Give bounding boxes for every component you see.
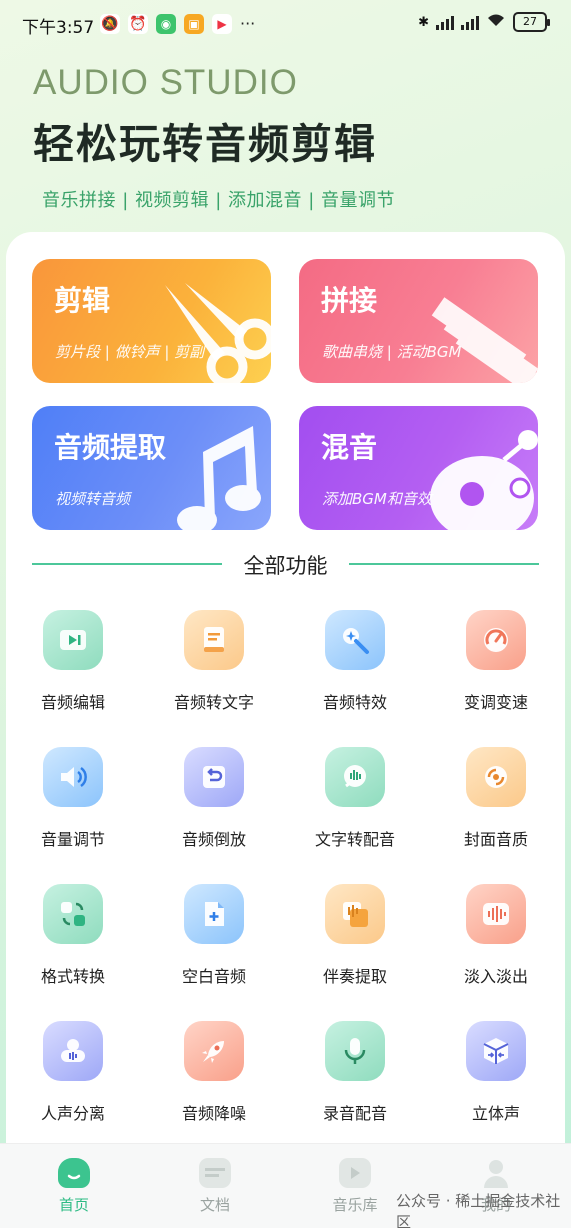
feature-label: 封面音质 [463,830,528,849]
wifi-icon [486,12,506,32]
card-subtitle: 歌曲串烧 | 活动BGM [322,343,462,361]
feature-blank-audio[interactable]: 空白音频 [144,872,284,992]
nav-home[interactable]: 首页 [24,1158,124,1215]
audio-edit-icon [43,610,103,670]
card-subtitle: 视频转音频 [55,490,131,508]
feature-label: 空白音频 [181,967,246,986]
scissors-icon [165,283,271,383]
play-store-icon: ▶ [212,14,232,34]
feature-accompaniment[interactable]: 伴奏提取 [285,872,425,992]
signal-icon [461,14,479,30]
feature-label: 立体声 [471,1104,520,1123]
feature-label: 淡入淡出 [463,967,528,986]
text-to-speech-icon [325,747,385,807]
feature-label: 文字转配音 [314,830,395,849]
microphone-icon [325,1021,385,1081]
card-title: 混音 [321,431,378,464]
feature-audio-effect[interactable]: 音频特效 [285,598,425,718]
audio-to-text-icon [184,610,244,670]
feature-label: 变调变速 [463,693,528,712]
section-title: 全部功能 [243,554,328,578]
hero-title-en: AUDIO STUDIO [33,63,298,102]
feature-label: 音频降噪 [181,1104,246,1123]
home-icon [58,1158,90,1188]
feature-audio-edit[interactable]: 音频编辑 [3,598,143,718]
format-convert-icon [43,884,103,944]
feature-volume[interactable]: 音量调节 [3,735,143,855]
app-notify-icon: ◉ [156,14,176,34]
feature-vocal-separate[interactable]: 人声分离 [3,1009,143,1129]
feature-label: 音频编辑 [40,693,105,712]
card-title: 剪辑 [54,284,111,317]
card-join[interactable]: 拼接 歌曲串烧 | 活动BGM [299,259,538,383]
feature-label: 音量调节 [40,830,105,849]
accompaniment-icon [325,884,385,944]
denoise-rocket-icon [184,1021,244,1081]
card-mix[interactable]: 混音 添加BGM和音效 [299,406,538,530]
feature-audio-to-text[interactable]: 音频转文字 [144,598,284,718]
hero-title-cn: 轻松玩转音频剪辑 [33,120,377,168]
feature-reverse[interactable]: 音频倒放 [144,735,284,855]
feature-label: 音频特效 [322,693,387,712]
signal-icon [436,14,454,30]
vocal-separate-icon [43,1021,103,1081]
music-note-icon [177,426,261,530]
feature-fade[interactable]: 淡入淡出 [426,872,566,992]
card-title: 拼接 [321,284,378,317]
feature-cover-quality[interactable]: 封面音质 [426,735,566,855]
notification-icons: 🔕 ⏰ ◉ ▣ ▶ ··· [100,14,255,34]
status-time: 下午3:57 [22,18,95,38]
splice-icon [431,297,538,383]
status-bar: 下午3:57 🔕 ⏰ ◉ ▣ ▶ ··· ✱ 27 [0,0,571,48]
feature-label: 人声分离 [40,1104,105,1123]
alarm-icon: ⏰ [128,14,148,34]
volume-icon [43,747,103,807]
blank-audio-icon [184,884,244,944]
document-icon [199,1158,231,1188]
card-title: 音频提取 [54,431,167,464]
feature-stereo[interactable]: 立体声 [426,1009,566,1129]
nav-label: 音乐库 [332,1196,378,1214]
reverse-icon [184,747,244,807]
feature-label: 音频倒放 [181,830,246,849]
speedometer-icon [466,610,526,670]
feature-denoise[interactable]: 音频降噪 [144,1009,284,1129]
watermark: 公众号 · 稀土掘金技术社区 [396,1192,561,1228]
mix-disc-icon [430,430,538,530]
card-subtitle: 添加BGM和音效 [322,490,432,508]
hero-tags: 音乐拼接 | 视频剪辑 | 添加混音 | 音量调节 [42,190,396,211]
card-cut[interactable]: 剪辑 剪片段 | 做铃声 | 剪副 [32,259,271,383]
fade-icon [466,884,526,944]
feature-format-convert[interactable]: 格式转换 [3,872,143,992]
profile-icon [480,1158,512,1188]
divider [349,563,539,565]
more-dots-icon: ··· [240,14,256,33]
feature-label: 音频转文字 [173,693,254,712]
feature-text-to-speech[interactable]: 文字转配音 [285,735,425,855]
mute-icon: 🔕 [100,14,120,34]
nav-documents[interactable]: 文档 [165,1158,265,1215]
bluetooth-icon: ✱ [418,14,429,30]
music-library-icon [339,1158,371,1188]
status-right: ✱ 27 [418,12,550,32]
feature-pitch-speed[interactable]: 变调变速 [426,598,566,718]
feature-label: 格式转换 [40,967,105,986]
battery-icon: 27 [513,12,550,32]
card-subtitle: 剪片段 | 做铃声 | 剪副 [55,343,205,361]
feature-recording[interactable]: 录音配音 [285,1009,425,1129]
audio-effect-icon [325,610,385,670]
section-header: 全部功能 [32,548,539,580]
feature-label: 录音配音 [322,1104,387,1123]
cover-quality-icon [466,747,526,807]
card-extract[interactable]: 音频提取 视频转音频 [32,406,271,530]
feature-label: 伴奏提取 [322,967,387,986]
app-notify-icon: ▣ [184,14,204,34]
nav-music-library[interactable]: 音乐库 [305,1158,405,1215]
nav-label: 文档 [199,1196,230,1214]
stereo-cube-icon [466,1021,526,1081]
nav-label: 首页 [58,1196,89,1214]
